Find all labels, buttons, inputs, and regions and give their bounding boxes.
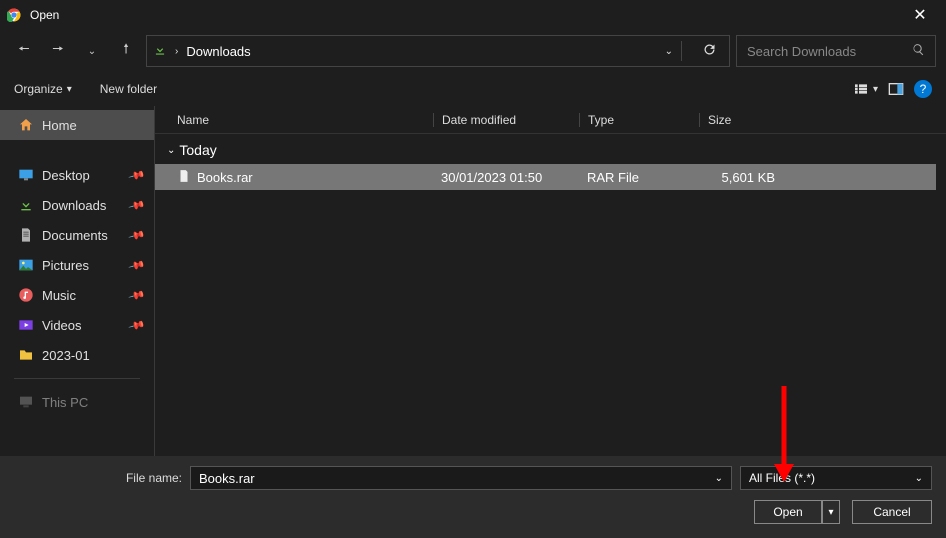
chevron-right-icon: › [175,46,178,57]
sidebar-item-label: This PC [42,395,88,410]
pin-icon: 📌 [128,256,146,274]
sidebar-item-label: 2023-01 [42,348,90,363]
column-type[interactable]: Type [579,113,699,127]
cancel-label: Cancel [873,505,910,519]
open-label: Open [773,505,802,519]
file-type: RAR File [579,170,699,185]
sidebar-item-label: Documents [42,228,108,243]
pc-icon [18,394,34,410]
open-button-group: Open ▾ [754,500,840,524]
sidebar-item-videos[interactable]: Videos 📌 [0,310,154,340]
pin-icon: 📌 [128,286,146,304]
organize-label: Organize [14,82,63,96]
sidebar-item-this-pc[interactable]: This PC [0,387,154,417]
file-name: Books.rar [197,170,253,185]
video-icon [18,317,34,333]
address-bar[interactable]: › Downloads ⌄ [146,35,730,67]
music-icon [18,287,34,303]
document-icon [18,227,34,243]
filename-label: File name: [14,471,182,485]
column-headers: Name Date modified Type Size [155,106,946,134]
navbar: 🠔 🠖 ⌄ 🠕 › Downloads ⌄ Search Downloads [0,30,946,72]
back-button[interactable]: 🠔 [10,37,38,65]
organize-button[interactable]: Organize ▾ [14,82,72,96]
chevron-down-icon[interactable]: ⌄ [715,473,723,484]
filename-value: Books.rar [199,471,255,486]
address-dropdown[interactable]: ⌄ [665,46,673,57]
file-size: 5,601 KB [699,170,779,185]
search-input[interactable]: Search Downloads [736,35,936,67]
open-button[interactable]: Open [754,500,822,524]
folder-icon [18,347,34,363]
chevron-down-icon: ▾ [873,84,878,95]
chevron-down-icon: ⌄ [167,145,175,156]
help-button[interactable]: ? [914,80,932,98]
chevron-down-icon: ▾ [67,84,72,95]
toolbar: Organize ▾ New folder ▾ ? [0,72,946,106]
sidebar-item-home[interactable]: Home [0,110,154,140]
path-segment[interactable]: Downloads [186,44,250,59]
filetype-value: All Files (*.*) [749,471,815,485]
search-icon [912,43,925,59]
sidebar-item-pictures[interactable]: Pictures 📌 [0,250,154,280]
titlebar: Open ✕ [0,0,946,30]
download-icon [18,197,34,213]
cancel-button[interactable]: Cancel [852,500,932,524]
new-folder-button[interactable]: New folder [100,82,157,96]
pictures-icon [18,257,34,273]
file-icon [177,169,191,186]
filetype-select[interactable]: All Files (*.*) ⌄ [740,466,932,490]
path-segment-label: Downloads [186,44,250,59]
chrome-icon [6,7,22,23]
group-label: Today [179,142,216,158]
sidebar-item-label: Desktop [42,168,90,183]
file-list: Name Date modified Type Size ⌄ Today Boo… [155,106,946,456]
sidebar-item-desktop[interactable]: Desktop 📌 [0,160,154,190]
pin-icon: 📌 [128,166,146,184]
group-today[interactable]: ⌄ Today [155,134,946,164]
sidebar-item-folder[interactable]: 2023-01 [0,340,154,370]
recent-dropdown[interactable]: ⌄ [78,37,106,65]
downloads-folder-icon [153,43,167,60]
pin-icon: 📌 [128,196,146,214]
new-folder-label: New folder [100,82,157,96]
sidebar-item-music[interactable]: Music 📌 [0,280,154,310]
filename-input[interactable]: Books.rar ⌄ [190,466,732,490]
home-icon [18,117,34,133]
preview-pane-button[interactable] [888,81,904,97]
sidebar-item-documents[interactable]: Documents 📌 [0,220,154,250]
desktop-icon [18,167,34,183]
column-size[interactable]: Size [699,113,779,127]
column-date[interactable]: Date modified [433,113,579,127]
pin-icon: 📌 [128,316,146,334]
file-row[interactable]: Books.rar 30/01/2023 01:50 RAR File 5,60… [155,164,936,190]
list-view-icon [853,81,869,97]
chevron-down-icon: ⌄ [915,473,923,484]
sidebar: Home Desktop 📌 Downloads 📌 Documents 📌 [0,106,155,456]
sidebar-item-label: Home [42,118,77,133]
search-placeholder: Search Downloads [747,44,856,59]
footer: File name: Books.rar ⌄ All Files (*.*) ⌄… [0,456,946,538]
preview-pane-icon [888,81,904,97]
close-button[interactable]: ✕ [900,5,940,25]
sidebar-item-label: Pictures [42,258,89,273]
forward-button[interactable]: 🠖 [44,37,72,65]
refresh-button[interactable] [696,42,723,60]
pin-icon: 📌 [128,226,146,244]
up-button[interactable]: 🠕 [112,37,140,65]
open-dropdown[interactable]: ▾ [822,500,840,524]
window-title: Open [30,8,900,22]
column-name[interactable]: Name [177,113,433,127]
sidebar-item-label: Downloads [42,198,106,213]
sidebar-item-label: Music [42,288,76,303]
view-button[interactable]: ▾ [853,81,878,97]
chevron-down-icon: ▾ [828,507,833,518]
sidebar-item-label: Videos [42,318,82,333]
sidebar-item-downloads[interactable]: Downloads 📌 [0,190,154,220]
file-date: 30/01/2023 01:50 [433,170,579,185]
